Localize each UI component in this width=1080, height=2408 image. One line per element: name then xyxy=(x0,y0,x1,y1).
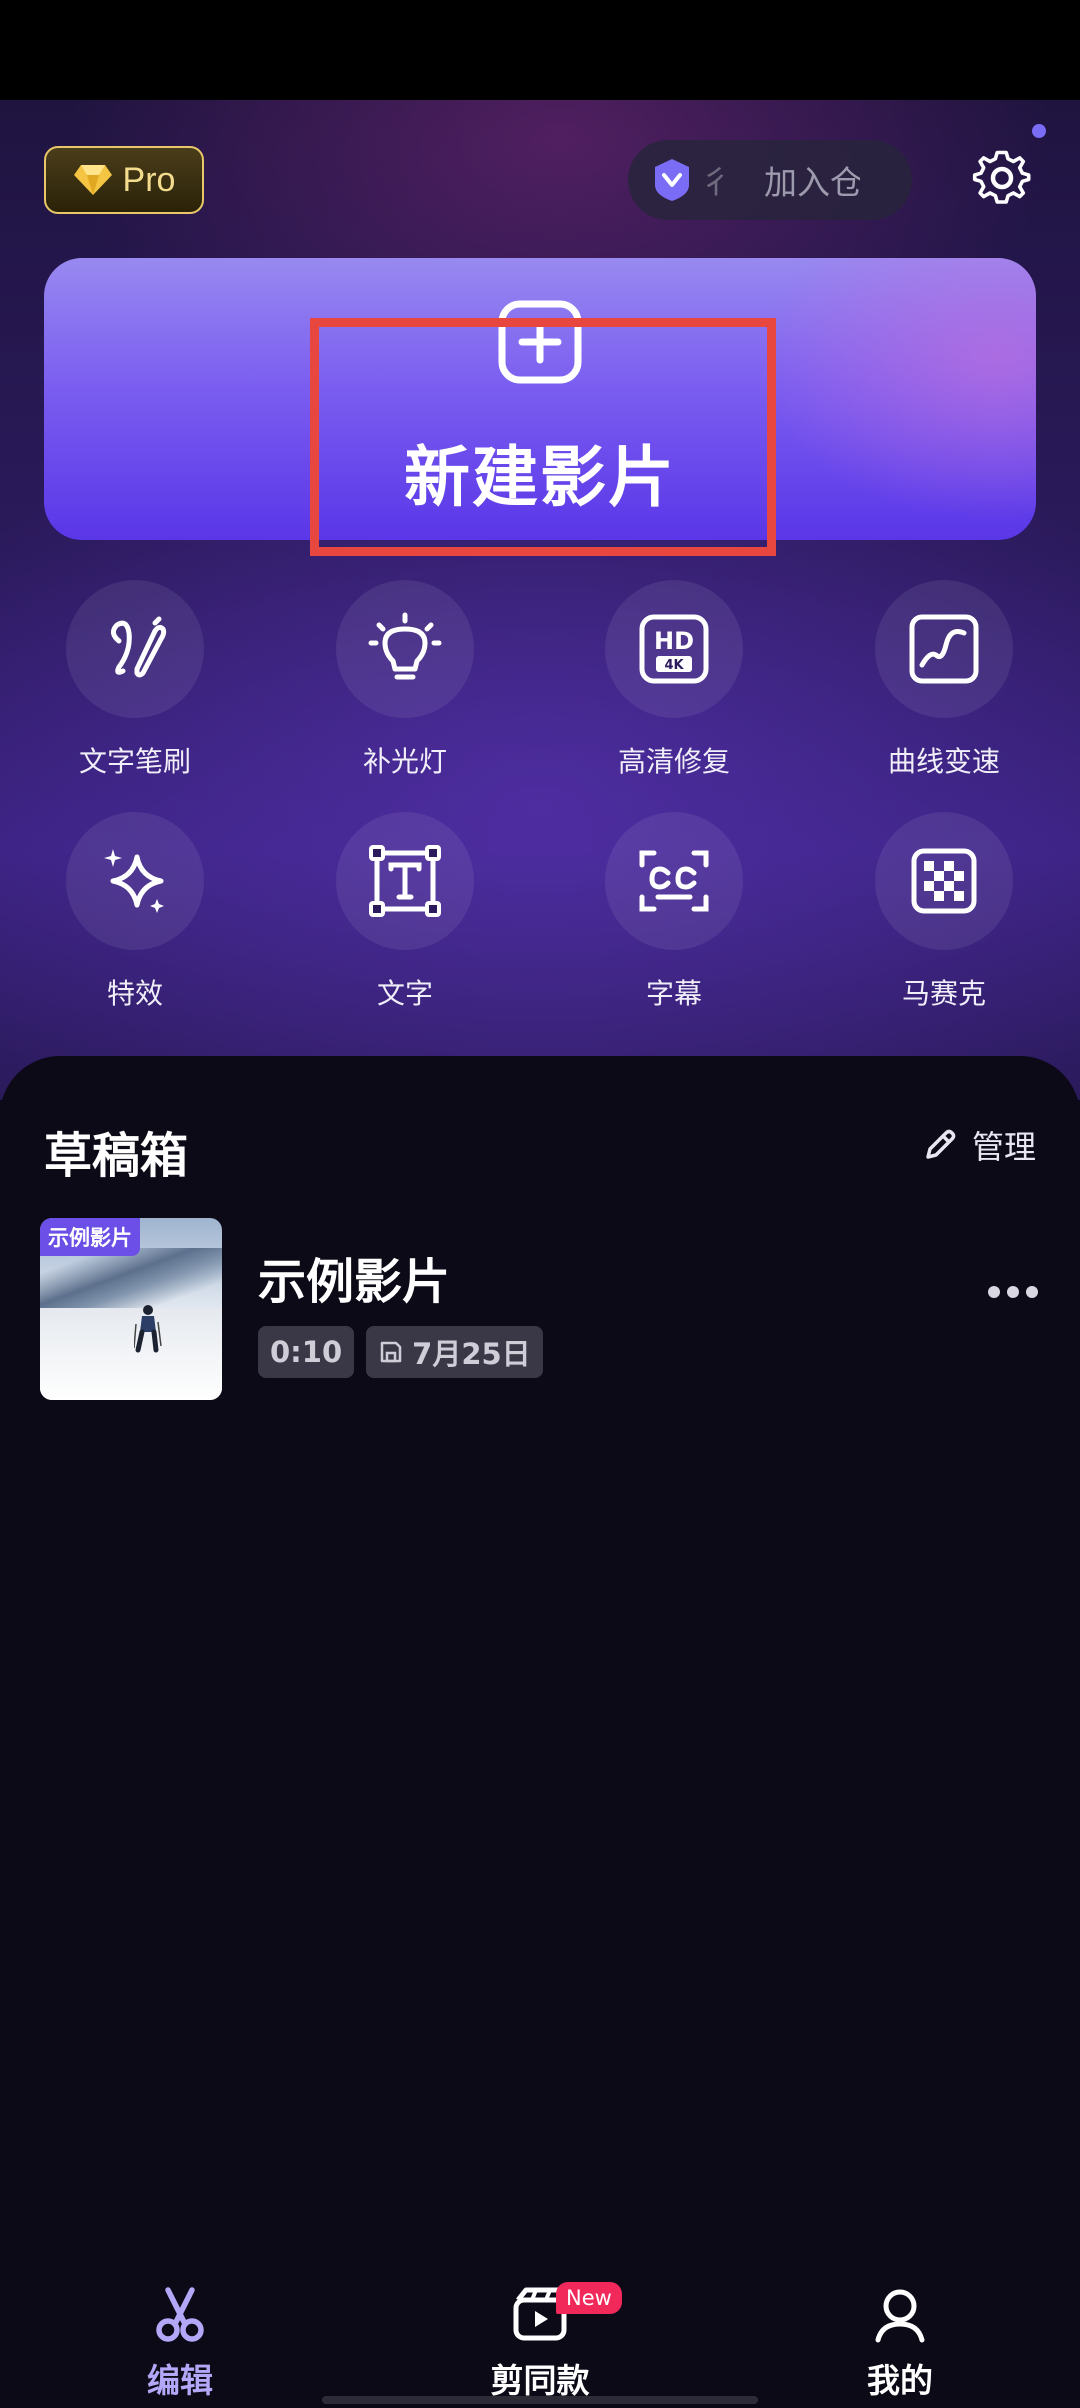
tool-hd-restore[interactable]: HD 4K 高清修复 xyxy=(574,580,774,780)
draft-duration: 0:10 xyxy=(270,1335,343,1369)
tool-mosaic[interactable]: 马赛克 xyxy=(844,812,1044,1012)
text-icon xyxy=(369,845,441,917)
tool-fill-light[interactable]: 补光灯 xyxy=(305,580,505,780)
draft-meta: 0:10 7月25日 xyxy=(258,1326,543,1378)
tool-label: 文字笔刷 xyxy=(78,745,191,778)
drafts-title: 草稿箱 xyxy=(44,1128,189,1184)
svg-text:HD: HD xyxy=(654,627,694,655)
save-icon xyxy=(380,1341,402,1363)
tool-captions[interactable]: 字幕 xyxy=(574,812,774,1012)
tool-effects[interactable]: 特效 xyxy=(35,812,235,1012)
tool-label: 马赛克 xyxy=(901,977,986,1010)
svg-text:4K: 4K xyxy=(664,658,684,673)
brush-icon xyxy=(111,616,167,678)
join-label: 加入仓 xyxy=(764,163,860,202)
scissors-icon xyxy=(156,2287,204,2342)
status-bar xyxy=(0,0,1080,100)
gear-icon[interactable] xyxy=(972,148,1032,208)
diamond-icon xyxy=(73,165,112,195)
nav-templates-label: 剪同款 xyxy=(490,2361,590,2400)
new-project-button[interactable]: 新建影片 xyxy=(44,258,1036,540)
drafts-panel: 草稿箱 管理 示例影片 示例影片 0:10 7月25日 xyxy=(0,1056,1080,2408)
new-project-label: 新建影片 xyxy=(404,439,676,516)
plus-icon xyxy=(498,300,582,384)
nav-edit-label: 编辑 xyxy=(147,2361,213,2400)
join-pill[interactable]: 彳 加入仓 xyxy=(628,140,912,220)
draft-item[interactable]: 示例影片 示例影片 0:10 7月25日 xyxy=(40,1218,1040,1404)
tool-label: 文字 xyxy=(376,977,433,1010)
app-screen: Pro 彳 加入仓 新建影片 文字笔刷 补光灯 HD 4K 高清修复 曲线变速 … xyxy=(0,0,1080,2408)
tool-label: 补光灯 xyxy=(362,745,447,778)
draft-thumbnail: 示例影片 xyxy=(40,1218,222,1400)
pro-label: Pro xyxy=(122,160,176,199)
curve-speed-icon xyxy=(909,614,979,684)
nav-profile[interactable]: 我的 xyxy=(800,2284,1000,2402)
date-chip: 7月25日 xyxy=(366,1326,543,1378)
profile-icon xyxy=(875,2289,925,2343)
shield-icon xyxy=(655,159,689,201)
duration-chip: 0:10 xyxy=(258,1326,355,1378)
pencil-icon xyxy=(926,1129,956,1159)
light-bulb-icon xyxy=(368,612,442,680)
more-options-icon[interactable] xyxy=(986,1280,1040,1304)
tool-curve-speed[interactable]: 曲线变速 xyxy=(844,580,1044,780)
draft-date: 7月25日 xyxy=(412,1337,531,1371)
tool-label: 字幕 xyxy=(645,977,702,1010)
nav-templates[interactable]: New 剪同款 xyxy=(440,2282,640,2402)
manage-button[interactable]: 管理 xyxy=(922,1122,1036,1168)
pro-badge[interactable]: Pro xyxy=(44,146,204,214)
sample-tag: 示例影片 xyxy=(40,1218,140,1256)
tool-label: 高清修复 xyxy=(617,745,730,778)
mosaic-icon xyxy=(911,848,977,914)
tool-text-brush[interactable]: 文字笔刷 xyxy=(35,580,235,780)
tool-label: 曲线变速 xyxy=(887,745,1000,778)
manage-label: 管理 xyxy=(971,1128,1036,1166)
draft-name: 示例影片 xyxy=(258,1254,451,1310)
hd-4k-icon: HD 4K xyxy=(639,614,709,684)
caption-icon xyxy=(639,850,709,912)
nav-profile-label: 我的 xyxy=(867,2361,933,2400)
new-badge: New xyxy=(556,2282,622,2314)
tool-label: 特效 xyxy=(106,977,163,1010)
notification-dot xyxy=(1032,124,1046,138)
join-partial-text: 彳 xyxy=(700,163,724,201)
bottom-nav: 编辑 New 剪同款 我的 xyxy=(0,2260,1080,2408)
sparkle-icon xyxy=(104,849,164,913)
nav-edit[interactable]: 编辑 xyxy=(80,2284,280,2402)
tool-text[interactable]: 文字 xyxy=(305,812,505,1012)
skier-image xyxy=(134,1305,162,1353)
home-indicator xyxy=(322,2396,758,2404)
